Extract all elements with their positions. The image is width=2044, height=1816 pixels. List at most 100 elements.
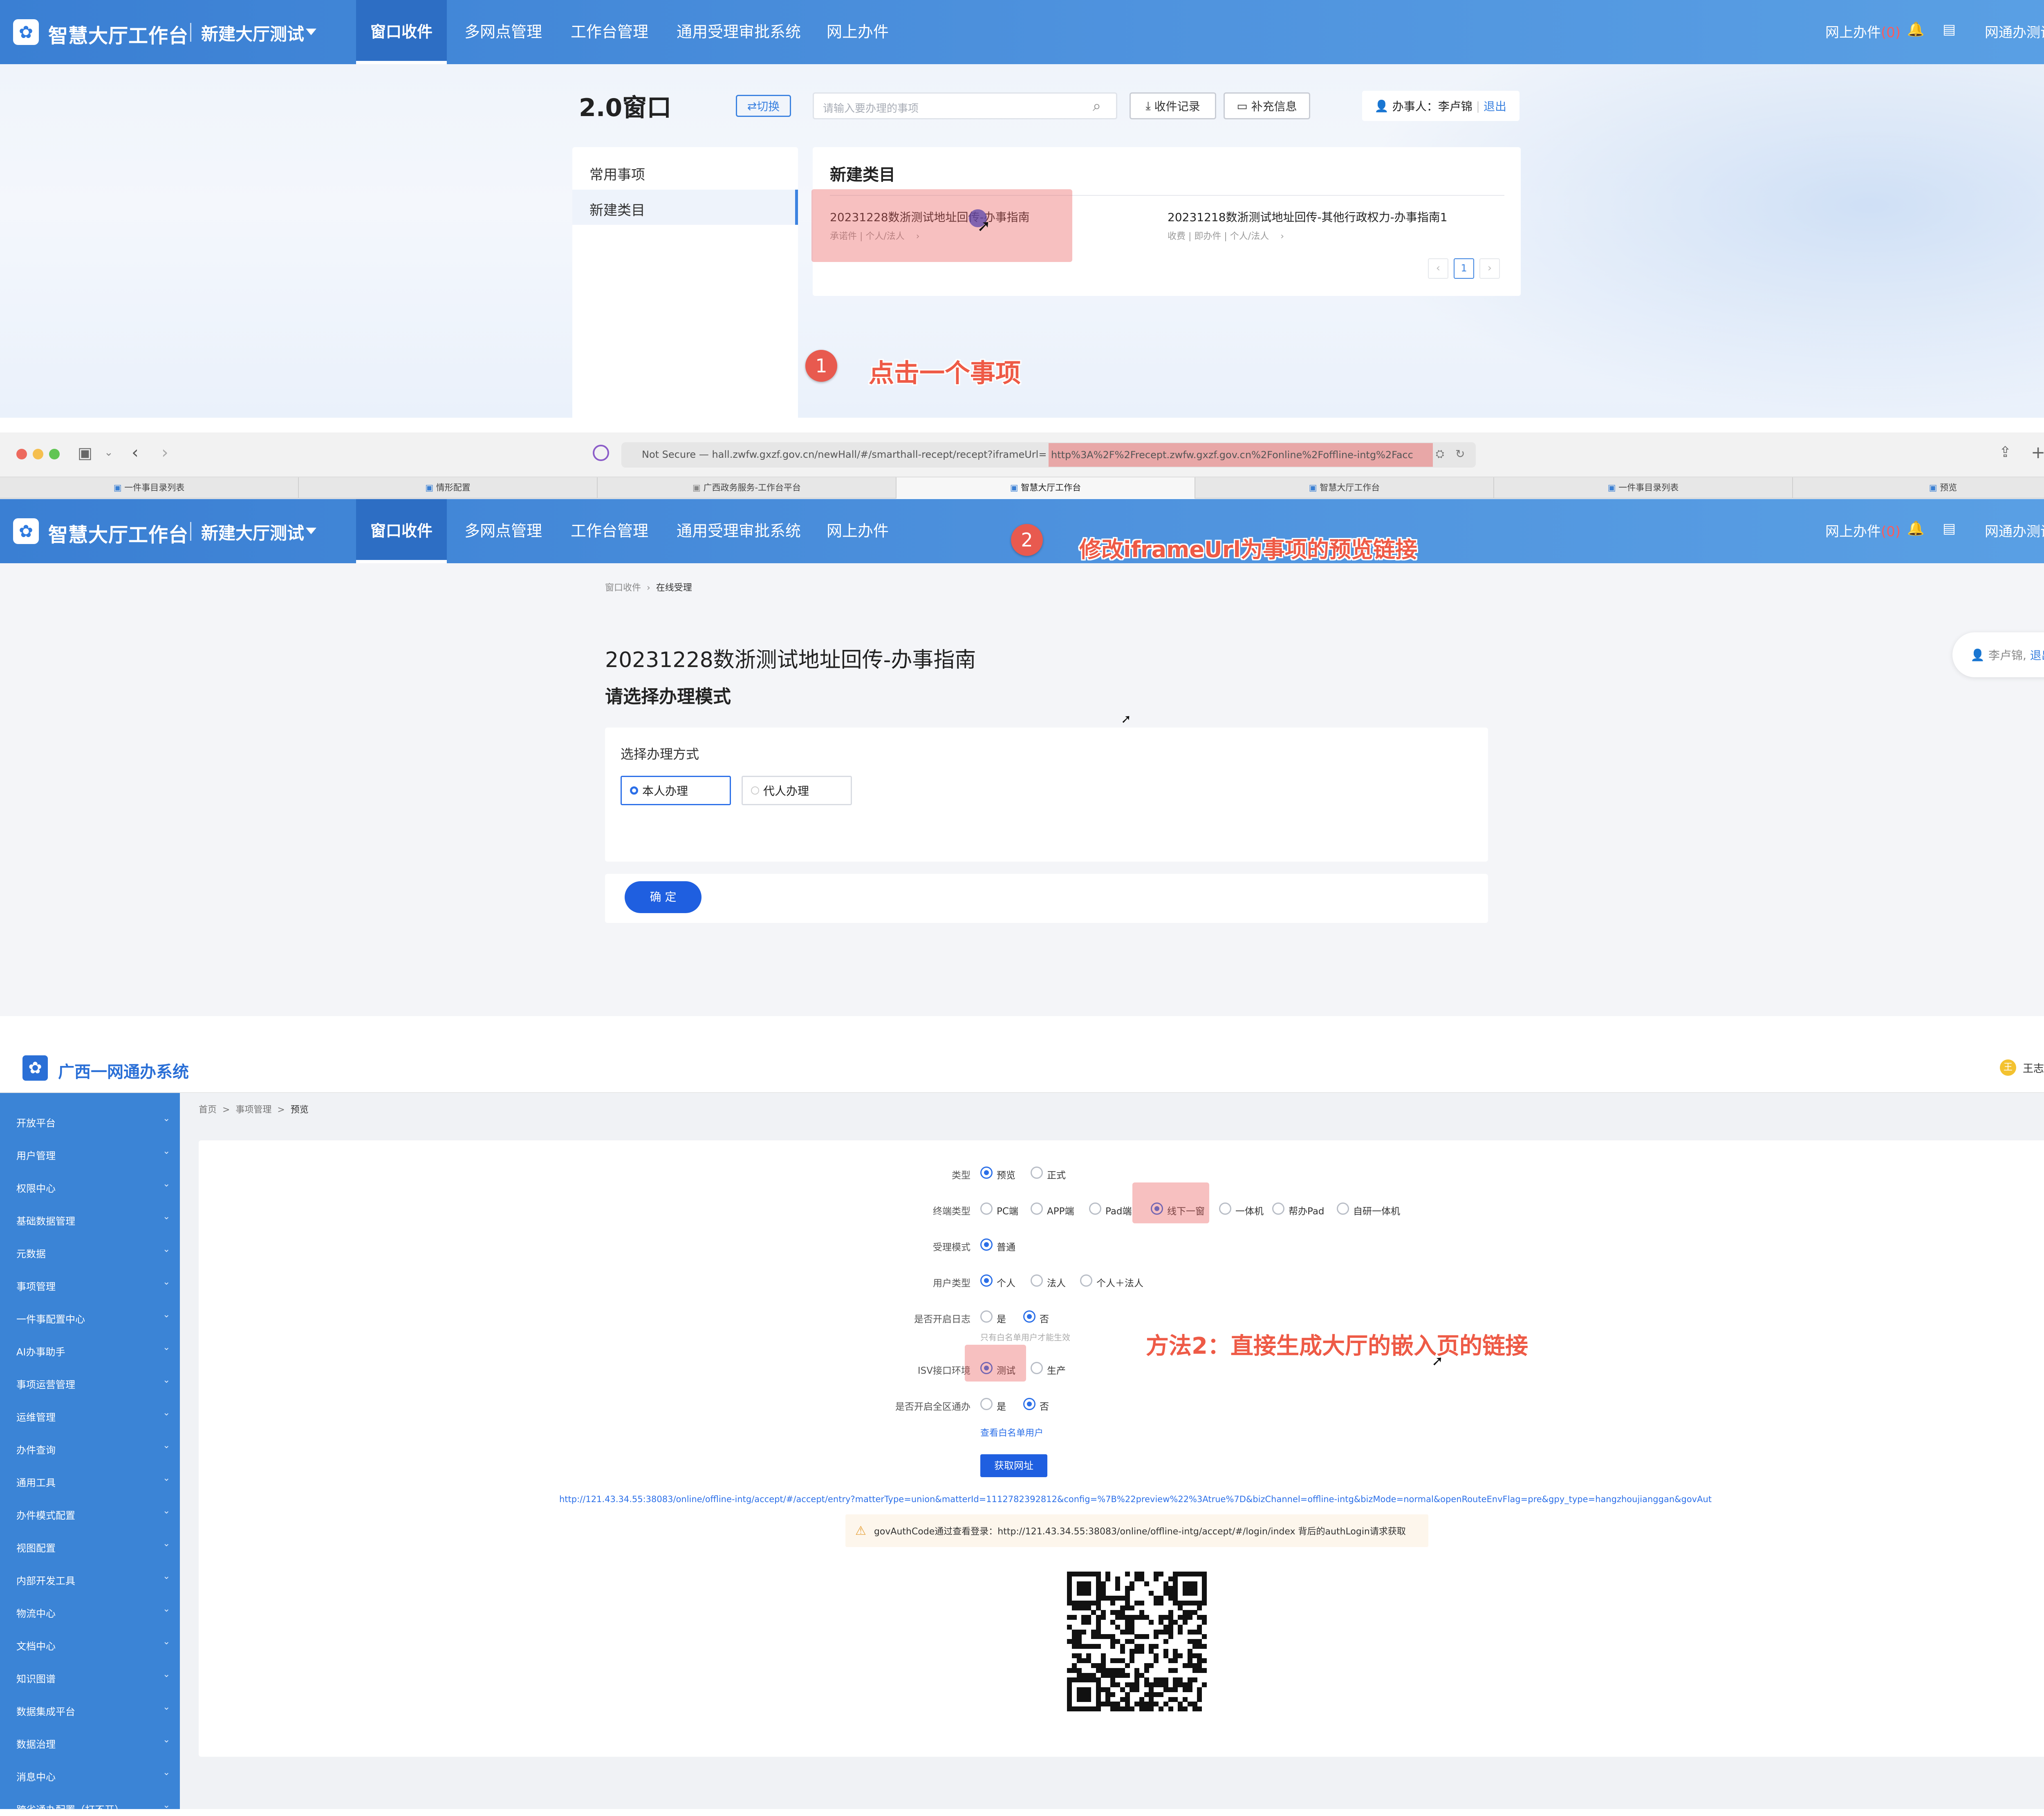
- supplement-button[interactable]: ▭ 补充信息: [1224, 92, 1310, 119]
- hall-selector[interactable]: 新建大厅测试: [201, 20, 304, 45]
- sidebar-item[interactable]: 视图配置: [16, 1540, 56, 1554]
- minimize-dot[interactable]: [33, 449, 43, 459]
- chevron-down-icon[interactable]: ⌄: [163, 1179, 170, 1189]
- option-self[interactable]: 本人办理: [621, 776, 731, 805]
- radio-log-1[interactable]: [1023, 1310, 1035, 1323]
- radio-log-0[interactable]: [980, 1310, 993, 1323]
- radio-label[interactable]: 个人＋法人: [1096, 1275, 1143, 1289]
- breadcrumb-item[interactable]: 事项管理: [235, 1105, 271, 1115]
- chevron-down-icon[interactable]: ⌄: [163, 1538, 170, 1549]
- browser-tab-active[interactable]: ▣ 智慧大厅工作台: [896, 477, 1195, 499]
- sidebar-item[interactable]: 内部开发工具: [16, 1573, 75, 1587]
- radio-label[interactable]: 是: [997, 1399, 1006, 1413]
- breadcrumb-item[interactable]: 窗口收件: [605, 583, 641, 593]
- bell-icon[interactable]: 🔔: [1907, 520, 1924, 537]
- sidebar-icon[interactable]: ▣: [78, 444, 92, 462]
- sidebar-item[interactable]: 权限中心: [16, 1180, 56, 1195]
- menu-workbench[interactable]: 工作台管理: [571, 499, 648, 563]
- sidebar-item[interactable]: 用户管理: [16, 1148, 56, 1162]
- radio-label[interactable]: 否: [1040, 1311, 1049, 1325]
- bell-icon[interactable]: 🔔: [1907, 21, 1924, 38]
- chevron-down-icon[interactable]: ⌄: [163, 1146, 170, 1156]
- item-card-2[interactable]: 20231218数浙测试地址回传-其他行政权力-办事指南1 收费 | 即办件 |…: [1168, 208, 1511, 258]
- radio-usertype-1[interactable]: [1031, 1274, 1043, 1287]
- online-cases-link[interactable]: 网上办件(0): [1825, 520, 1901, 540]
- pager-page[interactable]: 1: [1454, 258, 1474, 279]
- menu-online[interactable]: 网上办件: [827, 499, 889, 563]
- share-icon[interactable]: ⇪: [1999, 444, 2011, 461]
- chevron-down-icon[interactable]: ⌄: [163, 1211, 170, 1222]
- whitelist-link[interactable]: 查看白名单用户: [980, 1426, 1043, 1439]
- chevron-down-icon[interactable]: ⌄: [163, 1702, 170, 1712]
- sidebar-item[interactable]: 知识图谱: [16, 1671, 56, 1685]
- close-dot[interactable]: [16, 449, 27, 459]
- sidebar-item[interactable]: 消息中心: [16, 1769, 56, 1783]
- new-tab-icon[interactable]: +: [2031, 442, 2044, 462]
- sidebar-item[interactable]: 办件模式配置: [16, 1507, 75, 1522]
- browser-tab[interactable]: ▣ 一件事目录列表: [1494, 477, 1793, 498]
- chevron-down-icon[interactable]: ⌄: [163, 1342, 170, 1352]
- category-common[interactable]: 常用事项: [589, 163, 645, 184]
- chevron-down-icon[interactable]: ⌄: [163, 1735, 170, 1745]
- forward-icon[interactable]: ›: [161, 442, 168, 462]
- search-icon[interactable]: ⌕: [1093, 98, 1101, 115]
- menu-window-intake[interactable]: 窗口收件: [356, 499, 447, 563]
- chevron-down-icon[interactable]: ⌄: [163, 1800, 170, 1810]
- handler-logout-link[interactable]: 退出: [1484, 98, 1506, 114]
- radio-terminal-1[interactable]: [1031, 1202, 1043, 1215]
- browser-tab[interactable]: ▣ 预览: [1793, 477, 2044, 498]
- browser-tab[interactable]: ▣ 一件事目录列表: [0, 477, 299, 498]
- radio-label[interactable]: 普通: [997, 1239, 1015, 1253]
- radio-type-0[interactable]: [980, 1167, 993, 1179]
- search-input[interactable]: 请输入要办理的事项 ⌕: [813, 92, 1117, 119]
- sidebar-item[interactable]: 数据集成平台: [16, 1704, 75, 1718]
- chevron-down-icon[interactable]: ⌄: [163, 1604, 170, 1614]
- sidebar-item[interactable]: 数据治理: [16, 1736, 56, 1751]
- chevron-down-icon[interactable]: ⌄: [163, 1767, 170, 1778]
- menu-window-intake[interactable]: 窗口收件: [356, 0, 447, 64]
- radio-terminal-2[interactable]: [1089, 1202, 1101, 1215]
- radio-usertype-0[interactable]: [980, 1274, 993, 1287]
- chevron-down-icon[interactable]: ⌄: [163, 1277, 170, 1287]
- translate-icon[interactable]: ⛭: [1436, 448, 1444, 461]
- radio-isv-1[interactable]: [1031, 1362, 1043, 1374]
- pager-prev[interactable]: ‹: [1428, 258, 1448, 279]
- radio-label[interactable]: 法人: [1047, 1275, 1066, 1289]
- radio-label[interactable]: APP端: [1047, 1203, 1074, 1217]
- online-cases-link[interactable]: 网上办件(0): [1825, 21, 1901, 41]
- back-icon[interactable]: ‹: [132, 442, 139, 462]
- chevron-down-icon[interactable]: ⌄: [163, 1375, 170, 1385]
- chevron-down-icon[interactable]: ⌄: [163, 1473, 170, 1483]
- sidebar-item[interactable]: 开放平台: [16, 1115, 56, 1129]
- menu-online[interactable]: 网上办件: [827, 0, 889, 64]
- radio-terminal-4[interactable]: [1219, 1202, 1231, 1215]
- chevron-down-icon[interactable]: ⌄: [163, 1571, 170, 1581]
- server-icon[interactable]: ▤: [1943, 21, 1956, 38]
- radio-label[interactable]: 一体机: [1235, 1203, 1264, 1217]
- radio-label[interactable]: 是: [997, 1311, 1006, 1325]
- radio-terminal-5[interactable]: [1272, 1202, 1284, 1215]
- breadcrumb-item[interactable]: 首页: [199, 1105, 217, 1115]
- pager-next[interactable]: ›: [1479, 258, 1500, 279]
- hall-selector[interactable]: 新建大厅测试: [201, 519, 304, 544]
- radio-terminal-6[interactable]: [1337, 1202, 1349, 1215]
- chevron-down-icon[interactable]: ⌄: [163, 1440, 170, 1451]
- menu-approval-system[interactable]: 通用受理审批系统: [677, 0, 801, 64]
- browser-tab[interactable]: ▣ 智慧大厅工作台: [1195, 477, 1494, 498]
- browser-tab[interactable]: ▣ 广西政务服务-工作台平台: [598, 477, 896, 498]
- sidebar-item[interactable]: 事项运营管理: [16, 1377, 75, 1391]
- option-proxy[interactable]: 代人办理: [742, 776, 852, 805]
- chevron-down-icon[interactable]: ⌄: [163, 1506, 170, 1516]
- user-name[interactable]: 网通办测试: [1985, 21, 2044, 41]
- radio-label[interactable]: Pad端: [1105, 1203, 1132, 1217]
- user-name[interactable]: 王志华: [2023, 1060, 2044, 1075]
- radio-label[interactable]: 生产: [1047, 1363, 1066, 1377]
- user-badge-logout[interactable]: 退出: [2030, 647, 2044, 663]
- user-name[interactable]: 网通办测试: [1985, 520, 2044, 540]
- menu-approval-system[interactable]: 通用受理审批系统: [677, 499, 801, 563]
- chevron-down-icon[interactable]: ⌄: [163, 1113, 170, 1124]
- radio-label[interactable]: 个人: [997, 1275, 1015, 1289]
- radio-label[interactable]: 自研一体机: [1353, 1203, 1400, 1217]
- confirm-button[interactable]: 确 定: [625, 881, 702, 913]
- radio-label[interactable]: PC端: [997, 1203, 1018, 1217]
